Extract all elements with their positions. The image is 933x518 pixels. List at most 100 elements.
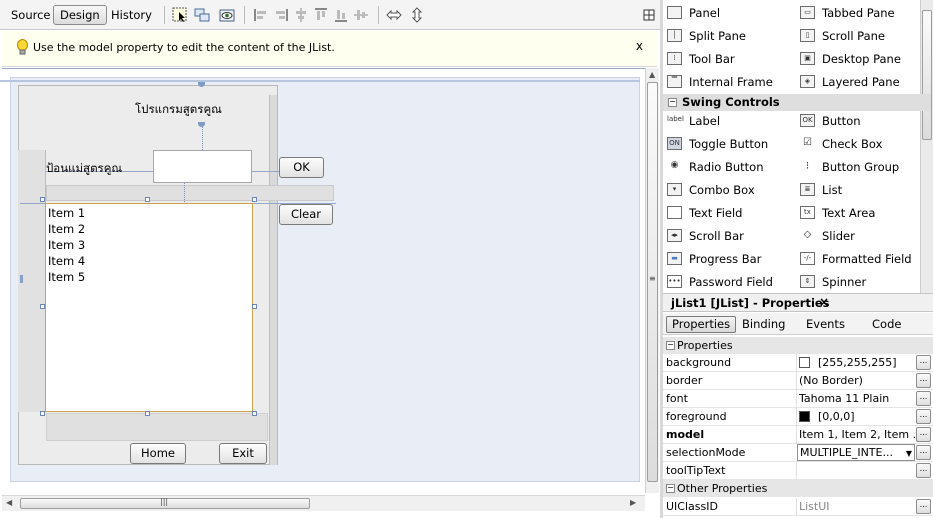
combo-box-icon: ▾ — [667, 183, 682, 196]
change-horizontal-resizability-icon[interactable] — [386, 7, 402, 23]
clear-button[interactable]: Clear — [279, 204, 333, 225]
hint-bar: Use the model property to edit the conte… — [2, 31, 657, 67]
properties-window-header: jList1 [JList] - Properties × — [663, 293, 933, 312]
property-editor-button[interactable]: ... — [916, 463, 931, 478]
align-bottom-icon[interactable] — [333, 7, 349, 23]
center-vertically-icon[interactable] — [353, 7, 369, 23]
list-item[interactable]: Item 3 — [48, 238, 85, 252]
collapse-icon[interactable]: − — [668, 98, 677, 107]
list-item[interactable]: Item 5 — [48, 270, 85, 284]
vertical-scrollbar[interactable]: ▲ ≡ — [645, 68, 659, 493]
list-item[interactable]: Item 4 — [48, 254, 85, 268]
scroll-right-icon[interactable]: ▶ — [630, 498, 636, 507]
resize-handle[interactable] — [40, 411, 45, 416]
property-editor-button[interactable]: ... — [916, 409, 931, 424]
tab-binding[interactable]: Binding — [736, 316, 791, 333]
selection-mode-combo[interactable]: MULTIPLE_INTE... ▼ — [797, 444, 915, 461]
property-row-tooltip-text[interactable]: toolTipText ... — [663, 462, 933, 480]
property-row-foreground[interactable]: foreground [0,0,0] ... — [663, 408, 933, 426]
resize-handle[interactable] — [252, 304, 257, 309]
property-row-font[interactable]: font Tahoma 11 Plain ... — [663, 390, 933, 408]
property-row-selection-mode[interactable]: selectionMode MULTIPLE_INTE... ▼ ... — [663, 444, 933, 462]
resize-handle[interactable] — [40, 197, 45, 202]
progress-bar-icon: ▬ — [667, 252, 682, 265]
check-box-icon: ☑ — [803, 137, 812, 148]
align-top-icon[interactable] — [313, 7, 329, 23]
tab-source[interactable]: Source — [4, 5, 58, 25]
collapse-icon[interactable]: − — [666, 484, 675, 493]
layout-gap-bottom — [46, 413, 268, 441]
resize-handle[interactable] — [252, 411, 257, 416]
jlist1-list[interactable]: Item 1 Item 2 Item 3 Item 4 Item 5 — [45, 203, 253, 412]
grip-icon: ≡ — [649, 274, 656, 283]
connection-mode-icon[interactable] — [194, 7, 210, 23]
property-editor-button[interactable]: ... — [916, 355, 931, 370]
tab-properties[interactable]: Properties — [666, 316, 737, 333]
property-editor-button[interactable]: ... — [916, 391, 931, 406]
align-left-icon[interactable] — [253, 7, 269, 23]
ok-button[interactable]: OK — [279, 157, 324, 178]
close-hint-button[interactable]: x — [636, 39, 643, 53]
scroll-left-icon[interactable]: ◀ — [6, 498, 12, 507]
palette-scroll-thumb[interactable] — [922, 10, 932, 140]
property-editor-button[interactable]: ... — [916, 499, 931, 514]
properties-section-header[interactable]: − Properties — [663, 337, 933, 354]
grip-icon: ||| — [160, 497, 169, 506]
palette-category-swing-controls[interactable]: − Swing Controls — [663, 94, 931, 111]
form-editor: Source Design History Use the model prop… — [0, 0, 660, 518]
scroll-up-icon[interactable]: ▲ — [649, 70, 655, 79]
tab-code[interactable]: Code — [866, 316, 907, 333]
selection-mode-icon[interactable] — [172, 7, 188, 23]
align-right-icon[interactable] — [273, 7, 289, 23]
collapse-icon[interactable]: − — [666, 341, 675, 350]
title-label: โปรแกรมสูตรคูณ — [135, 102, 222, 116]
center-horizontally-icon[interactable] — [293, 7, 309, 23]
tab-design[interactable]: Design — [53, 5, 107, 25]
form-right-gap — [269, 95, 277, 465]
property-editor-button[interactable]: ... — [916, 445, 931, 460]
layout-gap-bar — [46, 185, 334, 201]
maximize-window-icon[interactable] — [641, 7, 657, 23]
desktop-pane-icon: ▣ — [800, 52, 815, 65]
resize-handle[interactable] — [40, 304, 45, 309]
change-vertical-resizability-icon[interactable] — [409, 7, 425, 23]
password-field-icon: ••• — [667, 275, 682, 288]
multiplier-text-field[interactable] — [153, 150, 252, 183]
tab-events[interactable]: Events — [800, 316, 851, 333]
palette-scrollbar[interactable] — [920, 0, 933, 293]
split-pane-icon: │ — [667, 29, 682, 42]
property-row-background[interactable]: background [255,255,255] ... — [663, 354, 933, 372]
toolbar-separator — [378, 6, 379, 24]
toolbar-separator — [164, 6, 165, 24]
preview-design-icon[interactable] — [219, 7, 235, 23]
slider-icon: ◇ — [803, 229, 812, 240]
property-row-model[interactable]: model Item 1, Item 2, Item ... ... — [663, 426, 933, 444]
internal-frame-icon: ▔ — [667, 75, 682, 88]
layered-pane-icon: ◈ — [800, 75, 815, 88]
resize-handle[interactable] — [252, 197, 257, 202]
tab-history[interactable]: History — [104, 5, 159, 25]
list-item[interactable]: Item 1 — [48, 206, 85, 220]
formatted-field-icon: -/- — [800, 252, 815, 265]
anchor-marker — [20, 275, 23, 283]
scroll-bar-icon: ◂▸ — [667, 229, 682, 242]
resize-handle[interactable] — [145, 411, 150, 416]
tool-bar-icon: ⁞ — [667, 52, 682, 65]
editor-toolbar: Source Design History — [0, 0, 660, 30]
chevron-down-icon[interactable]: ▼ — [906, 449, 912, 458]
toolbar-separator — [244, 6, 245, 24]
exit-button[interactable]: Exit — [219, 443, 267, 464]
property-editor-button[interactable]: ... — [916, 373, 931, 388]
close-properties-button[interactable]: × — [819, 295, 829, 309]
property-row-uiclassid[interactable]: UIClassID ListUI ... — [663, 498, 933, 516]
horizontal-scrollbar[interactable]: ◀ ||| ▶ — [2, 495, 645, 511]
button-group-icon: ⁝ — [805, 159, 810, 172]
color-swatch — [799, 357, 810, 368]
resize-handle[interactable] — [145, 197, 150, 202]
property-editor-button[interactable]: ... — [916, 427, 931, 442]
other-properties-section-header[interactable]: − Other Properties — [663, 480, 933, 497]
home-button[interactable]: Home — [130, 443, 186, 464]
property-row-border[interactable]: border (No Border) ... — [663, 372, 933, 390]
list-item[interactable]: Item 2 — [48, 222, 85, 236]
button-icon: OK — [800, 114, 815, 127]
